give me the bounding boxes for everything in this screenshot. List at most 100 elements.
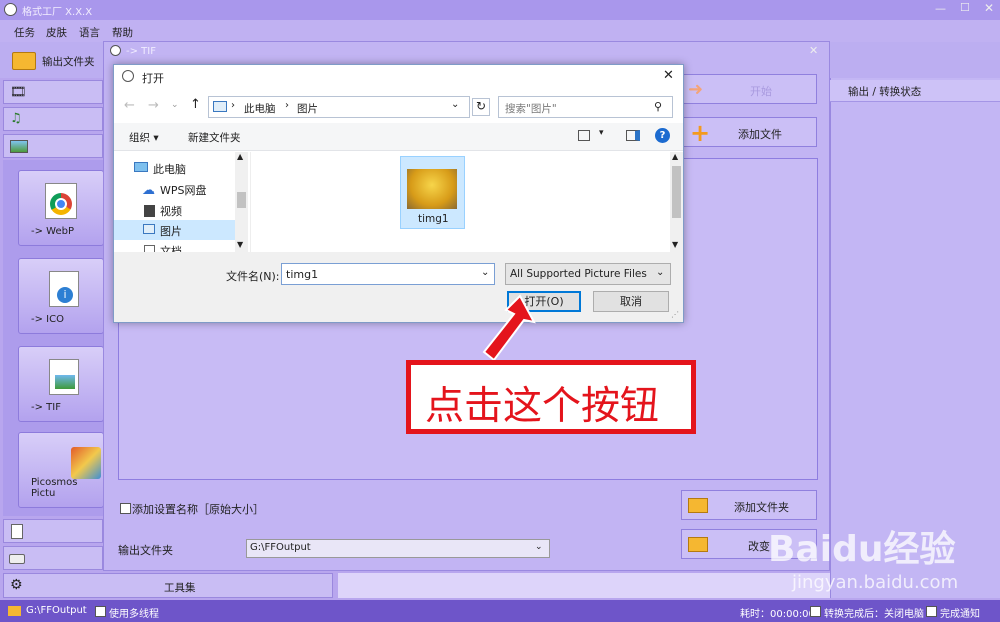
file-name-dropdown-icon[interactable]: ⌄ (481, 267, 489, 278)
menu-help[interactable]: 帮助 (112, 25, 133, 40)
nav-wps-drive[interactable]: WPS网盘 (160, 182, 207, 198)
file-type-dropdown[interactable]: All Supported Picture Files ⌄ (505, 263, 671, 285)
picosmos-button[interactable]: Picosmos Pictu (18, 432, 104, 508)
ico-label: -> ICO (31, 314, 64, 325)
dialog-close-icon[interactable]: ✕ (663, 68, 674, 83)
audio-tab[interactable]: ♫ (3, 107, 103, 131)
info-icon: i (57, 287, 73, 303)
search-input[interactable]: 搜索"图片" ⚲ (498, 96, 673, 118)
document-tab[interactable] (3, 519, 103, 543)
film-icon: 🎞 (10, 85, 27, 100)
ico-format-button[interactable]: i -> ICO (18, 258, 104, 334)
picture-tab[interactable] (3, 134, 103, 158)
annotation-arrow (482, 294, 536, 362)
recent-dropdown-icon[interactable]: ⌄ (171, 100, 179, 110)
annotation-callout: 点击这个按钮 (406, 360, 696, 434)
notify-checkbox[interactable] (926, 606, 937, 617)
new-folder-button[interactable]: 新建文件夹 (188, 130, 241, 145)
address-dropdown-icon[interactable]: ⌄ (451, 99, 459, 110)
plus-icon: + (690, 119, 711, 147)
help-icon[interactable]: ? (655, 128, 670, 143)
view-options-icon[interactable] (578, 130, 590, 141)
breadcrumb-separator-icon: › (285, 100, 289, 111)
back-arrow-icon[interactable]: ← (124, 98, 135, 113)
forward-arrow-icon[interactable]: → (148, 98, 159, 113)
menu-task[interactable]: 任务 (14, 25, 35, 40)
app-title: 格式工厂 X.X.X (22, 7, 93, 18)
nav-pictures-selected[interactable]: 图片 (114, 220, 235, 240)
tif-format-button[interactable]: -> TIF (18, 346, 104, 422)
output-folder-button[interactable]: 输出文件夹 (42, 54, 95, 69)
picosmos-icon (71, 447, 101, 479)
cloud-icon: ☁ (142, 183, 155, 198)
picture-icon (10, 140, 28, 153)
breadcrumb-pictures[interactable]: 图片 (297, 101, 318, 116)
toolset-bar[interactable]: ⚙ 工具集 (3, 573, 333, 598)
add-file-button[interactable]: + 添加文件 (681, 117, 817, 147)
nav-videos[interactable]: 视频 (160, 203, 182, 219)
file-type-chevron-icon: ⌄ (656, 267, 665, 278)
multithread-checkbox[interactable] (95, 606, 106, 617)
file-type-value: All Supported Picture Files (510, 268, 647, 280)
open-dialog: 打开 ✕ ← → ⌄ ↑ › 此电脑 › 图片 ⌄ ↻ 搜索"图片" ⚲ 组织 … (113, 64, 684, 323)
after-convert-checkbox[interactable] (810, 606, 821, 617)
maximize-icon[interactable]: ☐ (960, 1, 970, 14)
arrow-right-icon: ➜ (688, 79, 704, 100)
breadcrumb-this-pc[interactable]: 此电脑 (244, 101, 276, 116)
rom-tab[interactable] (3, 546, 103, 570)
start-button[interactable]: ➜ 开始 (681, 74, 817, 104)
scroll-down-icon[interactable]: ▼ (672, 240, 678, 249)
nav-this-pc[interactable]: 此电脑 (153, 161, 186, 177)
folder-plus-icon (688, 498, 708, 513)
close-icon[interactable]: ✕ (984, 1, 994, 15)
file-name-input[interactable]: timg1 ⌄ (281, 263, 495, 285)
organize-button[interactable]: 组织 ▾ (129, 130, 159, 145)
search-placeholder: 搜索"图片" (505, 103, 557, 115)
menu-skin[interactable]: 皮肤 (46, 25, 67, 40)
webp-format-button[interactable]: -> WebP (18, 170, 104, 246)
webp-label: -> WebP (31, 226, 74, 237)
baidu-logo: Baidu经验 (768, 529, 956, 570)
nav-scroll-thumb[interactable] (237, 192, 246, 208)
nav-scrollbar[interactable]: ▲ ▼ (235, 152, 248, 252)
resize-grip-icon[interactable]: ⋰ (671, 310, 679, 319)
chevron-down-icon: ⌄ (535, 542, 543, 552)
scroll-down-icon[interactable]: ▼ (237, 240, 243, 249)
app-titlebar: 格式工厂 X.X.X — ☐ ✕ (0, 0, 1000, 20)
music-icon: ♫ (10, 111, 22, 126)
dialog-title: 打开 (142, 72, 164, 85)
elapsed-time: 耗时：00:00:00 (740, 609, 815, 620)
document-icon (11, 524, 23, 539)
preview-pane-icon[interactable] (626, 130, 640, 141)
nav-documents[interactable]: 文档 (160, 243, 182, 252)
output-folder-value: G:\FFOutput (250, 542, 311, 553)
folder-icon[interactable] (12, 52, 36, 70)
command-bar: 组织 ▾ 新建文件夹 ▾ ? (114, 123, 683, 151)
file-scroll-thumb[interactable] (672, 166, 681, 218)
after-convert-label: 转换完成后：关闭电脑 (824, 609, 924, 620)
cancel-button[interactable]: 取消 (593, 291, 669, 312)
refresh-icon[interactable]: ↻ (472, 98, 490, 116)
video-folder-icon (144, 205, 155, 217)
inner-close-icon[interactable]: ✕ (809, 44, 818, 57)
notify-label: 完成通知 (940, 609, 980, 620)
menu-language[interactable]: 语言 (79, 25, 100, 40)
file-pane[interactable]: timg1 ▲ ▼ (250, 152, 683, 252)
file-name-label: timg1 (418, 213, 449, 225)
scroll-up-icon[interactable]: ▲ (672, 152, 678, 161)
address-bar[interactable]: › 此电脑 › 图片 ⌄ (208, 96, 470, 118)
add-setting-name-checkbox[interactable] (120, 503, 131, 514)
file-scrollbar[interactable]: ▲ ▼ (670, 152, 683, 252)
menu-bar: 任务 皮肤 语言 帮助 (0, 20, 1000, 42)
folder-open-icon (688, 537, 708, 552)
scroll-up-icon[interactable]: ▲ (237, 152, 243, 161)
up-arrow-icon[interactable]: ↑ (190, 97, 201, 112)
status-header-label: 输出 / 转换状态 (848, 86, 922, 98)
minimize-icon[interactable]: — (935, 2, 946, 15)
navigation-pane: 此电脑 ☁ WPS网盘 视频 图片 文档 ▲ ▼ (114, 152, 249, 252)
documents-folder-icon (144, 245, 155, 252)
video-tab[interactable]: 🎞 (3, 80, 103, 104)
output-folder-dropdown[interactable]: G:\FFOutput ⌄ (246, 539, 550, 558)
view-dropdown-icon[interactable]: ▾ (599, 128, 604, 138)
file-item-selected[interactable]: timg1 (400, 156, 465, 229)
